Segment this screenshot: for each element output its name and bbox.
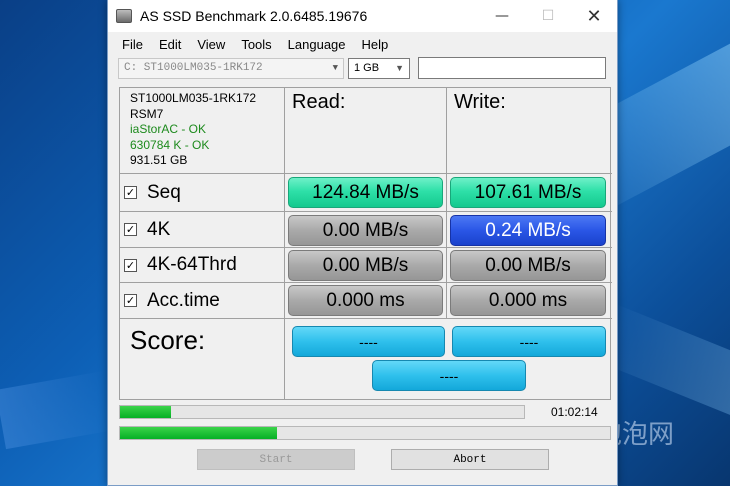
menu-bar: File Edit View Tools Language Help <box>108 32 617 56</box>
drive-info-panel: ST1000LM035-1RK172 RSM7 iaStorAC - OK 63… <box>120 88 285 174</box>
row-label-acc-time: Acc.time <box>147 289 220 311</box>
menu-edit[interactable]: Edit <box>151 37 189 52</box>
title-bar[interactable]: AS SSD Benchmark 2.0.6485.19676 — ☐ ✕ <box>108 0 617 32</box>
row-4k-64thrd[interactable]: ✓ 4K-64Thrd <box>120 248 285 283</box>
chevron-down-icon: ▼ <box>332 63 338 73</box>
acc-read-value: 0.000 ms <box>288 285 443 316</box>
minimize-button[interactable]: — <box>479 0 525 32</box>
score-write-value: ---- <box>452 326 606 357</box>
overall-progress-fill <box>120 427 277 439</box>
menu-file[interactable]: File <box>114 37 151 52</box>
status-text-field[interactable] <box>418 57 606 79</box>
checkbox-4k[interactable]: ✓ <box>124 223 137 236</box>
elapsed-time: 01:02:14 <box>551 405 598 419</box>
menu-language[interactable]: Language <box>280 37 354 52</box>
seq-write-value: 107.61 MB/s <box>450 177 606 208</box>
alignment-status: 630784 K - OK <box>130 137 210 152</box>
drive-firmware: RSM7 <box>130 106 164 121</box>
row-4k[interactable]: ✓ 4K <box>120 212 285 248</box>
drive-select[interactable]: C: ST1000LM035-1RK172 ▼ <box>118 57 344 79</box>
row-label-4k: 4K <box>147 218 171 240</box>
chevron-down-icon: ▼ <box>395 63 404 73</box>
4k64-write-value: 0.00 MB/s <box>450 250 606 281</box>
row-seq[interactable]: ✓ Seq <box>120 174 285 212</box>
checkbox-seq[interactable]: ✓ <box>124 186 137 199</box>
task-progress-bar <box>119 405 525 419</box>
checkbox-4k-64thrd[interactable]: ✓ <box>124 258 137 272</box>
score-read-value: ---- <box>292 326 445 357</box>
menu-help[interactable]: Help <box>354 37 397 52</box>
start-button[interactable]: Start <box>197 449 355 470</box>
score-label: Score: <box>130 325 206 355</box>
driver-status: iaStorAC - OK <box>130 122 207 136</box>
row-label-4k-64thrd: 4K-64Thrd <box>147 254 237 275</box>
wallpaper-light-ray <box>0 370 115 450</box>
score-label-cell: Score: <box>120 319 285 399</box>
acc-write-value: 0.000 ms <box>450 285 606 316</box>
window-controls: — ☐ ✕ <box>479 0 617 32</box>
menu-tools[interactable]: Tools <box>233 37 279 52</box>
overall-progress-bar <box>119 426 611 440</box>
benchmark-grid: ST1000LM035-1RK172 RSM7 iaStorAC - OK 63… <box>119 87 612 400</box>
drive-select-value: C: ST1000LM035-1RK172 <box>124 62 263 74</box>
drive-capacity: 931.51 GB <box>130 153 188 167</box>
row-label-seq: Seq <box>147 181 181 203</box>
write-header: Write: <box>447 88 612 174</box>
row-acc-time[interactable]: ✓ Acc.time <box>120 283 285 319</box>
abort-button[interactable]: Abort <box>391 449 549 470</box>
4k-read-value: 0.00 MB/s <box>288 215 443 246</box>
read-header: Read: <box>285 88 447 174</box>
drive-model: ST1000LM035-1RK172 <box>130 91 257 105</box>
app-window: AS SSD Benchmark 2.0.6485.19676 — ☐ ✕ Fi… <box>107 0 618 486</box>
app-drive-icon <box>116 9 132 23</box>
close-button[interactable]: ✕ <box>571 0 617 32</box>
maximize-button[interactable]: ☐ <box>525 0 571 32</box>
menu-view[interactable]: View <box>189 37 233 52</box>
4k64-read-value: 0.00 MB/s <box>288 250 443 281</box>
checkbox-acc-time[interactable]: ✓ <box>124 294 137 307</box>
test-size-select[interactable]: 1 GB ▼ <box>348 57 410 79</box>
window-title: AS SSD Benchmark 2.0.6485.19676 <box>140 8 368 24</box>
seq-read-value: 124.84 MB/s <box>288 177 443 208</box>
4k-write-value: 0.24 MB/s <box>450 215 606 246</box>
drive-toolbar: C: ST1000LM035-1RK172 ▼ 1 GB ▼ <box>108 56 617 80</box>
test-size-value: 1 GB <box>354 62 380 74</box>
task-progress-fill <box>120 406 171 418</box>
score-total-value: ---- <box>372 360 526 391</box>
